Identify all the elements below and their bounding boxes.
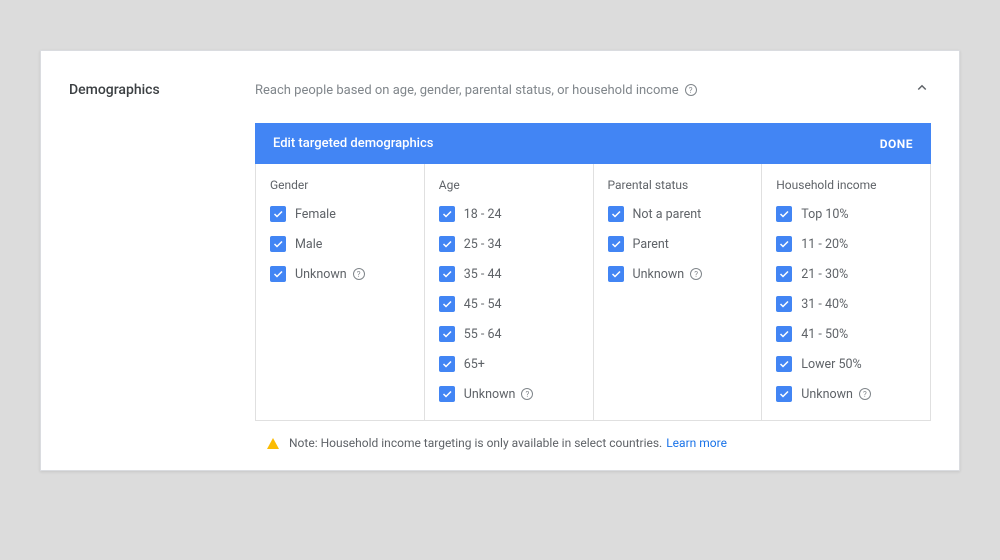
checkbox-checked-icon[interactable]: [439, 206, 455, 222]
panel-title: Edit targeted demographics: [273, 136, 433, 151]
col-heading: Parental status: [608, 178, 748, 192]
col-gender: Gender Female Male Unknown?: [256, 164, 425, 420]
note-text: Note: Household income targeting is only…: [289, 436, 662, 450]
option-label: 55 - 64: [464, 327, 502, 342]
checkbox-checked-icon[interactable]: [776, 266, 792, 282]
checkbox-option[interactable]: Not a parent: [608, 206, 748, 222]
checkbox-checked-icon[interactable]: [608, 266, 624, 282]
option-list: Female Male Unknown?: [270, 206, 410, 282]
checkbox-option[interactable]: Unknown?: [439, 386, 579, 402]
col-heading: Age: [439, 178, 579, 192]
checkbox-checked-icon[interactable]: [439, 326, 455, 342]
option-label: Not a parent: [633, 207, 702, 222]
option-label: Male: [295, 237, 322, 252]
section-description: Reach people based on age, gender, paren…: [255, 83, 913, 98]
option-label: 18 - 24: [464, 207, 502, 222]
checkbox-option[interactable]: Lower 50%: [776, 356, 916, 372]
checkbox-checked-icon[interactable]: [608, 206, 624, 222]
option-label: Unknown: [464, 387, 516, 402]
col-age: Age 18 - 24 25 - 34 35 - 44 45 - 54 55 - 64 6…: [425, 164, 594, 420]
col-income: Household income Top 10% 11 - 20% 21 - 30%…: [762, 164, 930, 420]
checkbox-option[interactable]: Top 10%: [776, 206, 916, 222]
done-button[interactable]: DONE: [880, 137, 913, 151]
col-parental: Parental status Not a parent Parent Unknow…: [594, 164, 763, 420]
checkbox-checked-icon[interactable]: [776, 236, 792, 252]
option-label: 65+: [464, 357, 485, 372]
chevron-up-icon[interactable]: [913, 79, 931, 101]
checkbox-option[interactable]: Female: [270, 206, 410, 222]
checkbox-checked-icon[interactable]: [776, 356, 792, 372]
checkbox-checked-icon[interactable]: [776, 206, 792, 222]
checkbox-checked-icon[interactable]: [776, 386, 792, 402]
checkbox-option[interactable]: Unknown?: [270, 266, 410, 282]
checkbox-option[interactable]: 41 - 50%: [776, 326, 916, 342]
option-label: Lower 50%: [801, 357, 861, 372]
panel-header: Edit targeted demographics DONE: [255, 123, 931, 164]
checkbox-checked-icon[interactable]: [439, 386, 455, 402]
panel: Edit targeted demographics DONE Gender F…: [255, 123, 931, 450]
checkbox-option[interactable]: 25 - 34: [439, 236, 579, 252]
checkbox-option[interactable]: 31 - 40%: [776, 296, 916, 312]
checkbox-checked-icon[interactable]: [270, 206, 286, 222]
help-icon[interactable]: ?: [353, 268, 365, 280]
learn-more-link[interactable]: Learn more: [666, 436, 727, 450]
card-header: Demographics Reach people based on age, …: [69, 79, 931, 101]
option-label: Female: [295, 207, 336, 222]
checkbox-checked-icon[interactable]: [270, 236, 286, 252]
checkbox-option[interactable]: 21 - 30%: [776, 266, 916, 282]
option-label: 31 - 40%: [801, 297, 848, 312]
checkbox-option[interactable]: 65+: [439, 356, 579, 372]
option-label: Unknown: [801, 387, 853, 402]
desc-text: Reach people based on age, gender, paren…: [255, 83, 679, 98]
option-label: 41 - 50%: [801, 327, 848, 342]
option-list: Not a parent Parent Unknown?: [608, 206, 748, 282]
option-list: 18 - 24 25 - 34 35 - 44 45 - 54 55 - 64 65+ Un…: [439, 206, 579, 402]
help-icon[interactable]: ?: [859, 388, 871, 400]
help-icon[interactable]: ?: [521, 388, 533, 400]
checkbox-option[interactable]: Unknown?: [608, 266, 748, 282]
checkbox-checked-icon[interactable]: [776, 296, 792, 312]
checkbox-option[interactable]: 35 - 44: [439, 266, 579, 282]
checkbox-option[interactable]: 55 - 64: [439, 326, 579, 342]
option-label: Parent: [633, 237, 669, 252]
option-label: Top 10%: [801, 207, 848, 222]
checkbox-option[interactable]: Parent: [608, 236, 748, 252]
option-list: Top 10% 11 - 20% 21 - 30% 31 - 40% 41 - 50% L…: [776, 206, 916, 402]
columns: Gender Female Male Unknown? Age 18 - 24 25 …: [255, 164, 931, 421]
checkbox-checked-icon[interactable]: [439, 356, 455, 372]
checkbox-checked-icon[interactable]: [439, 296, 455, 312]
warning-icon: [267, 438, 279, 449]
help-icon[interactable]: ?: [690, 268, 702, 280]
checkbox-checked-icon[interactable]: [439, 236, 455, 252]
option-label: Unknown: [295, 267, 347, 282]
checkbox-checked-icon[interactable]: [776, 326, 792, 342]
option-label: 45 - 54: [464, 297, 502, 312]
option-label: 35 - 44: [464, 267, 502, 282]
help-icon[interactable]: ?: [685, 84, 697, 96]
section-title: Demographics: [69, 82, 255, 98]
checkbox-option[interactable]: 18 - 24: [439, 206, 579, 222]
checkbox-checked-icon[interactable]: [270, 266, 286, 282]
checkbox-option[interactable]: 11 - 20%: [776, 236, 916, 252]
checkbox-checked-icon[interactable]: [439, 266, 455, 282]
option-label: 11 - 20%: [801, 237, 848, 252]
checkbox-option[interactable]: Male: [270, 236, 410, 252]
checkbox-option[interactable]: 45 - 54: [439, 296, 579, 312]
col-heading: Household income: [776, 178, 916, 192]
option-label: 21 - 30%: [801, 267, 848, 282]
option-label: Unknown: [633, 267, 685, 282]
footer-note: Note: Household income targeting is only…: [255, 421, 931, 450]
col-heading: Gender: [270, 178, 410, 192]
checkbox-checked-icon[interactable]: [608, 236, 624, 252]
option-label: 25 - 34: [464, 237, 502, 252]
demographics-card: Demographics Reach people based on age, …: [40, 50, 960, 471]
checkbox-option[interactable]: Unknown?: [776, 386, 916, 402]
